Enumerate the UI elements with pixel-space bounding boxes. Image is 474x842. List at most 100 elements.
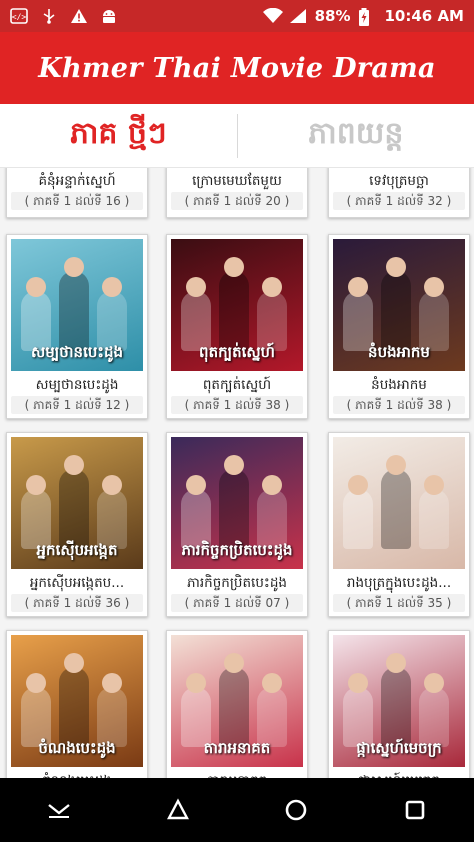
drama-title: ក្រោមមេឃតែមួយ bbox=[192, 173, 282, 189]
drama-poster: ចំណងបេះដូង bbox=[11, 635, 143, 767]
poster-figure-head bbox=[26, 277, 46, 297]
drama-episodes: ( ភាគទី 1 ដល់ទី 36 ) bbox=[11, 594, 143, 612]
drama-episodes: ( ភាគទី 1 ដល់ទី 35 ) bbox=[333, 594, 465, 612]
partial-row: គំនុំអន្ទាក់ស្នេហ៍ ( ភាគទី 1 ដល់ទី 16 ) … bbox=[0, 168, 474, 226]
poster-figure-head bbox=[64, 653, 84, 673]
drama-title: ភារកិច្ចកប្រិតបេះដូង bbox=[187, 575, 287, 591]
poster-title-overlay: ចំណងបេះដូង bbox=[38, 739, 116, 757]
poster-figure-head bbox=[386, 257, 406, 277]
poster-figure-head bbox=[262, 475, 282, 495]
drama-title: តារាអនាគត bbox=[171, 771, 303, 778]
clock: 10:46 AM bbox=[384, 7, 464, 25]
poster-title-overlay: តារាអនាគត bbox=[203, 739, 271, 757]
poster-title-overlay: ផ្កាស្នេហ៍មេចក្រ bbox=[356, 739, 442, 757]
poster-figure-head bbox=[262, 277, 282, 297]
poster-title-overlay bbox=[333, 535, 465, 569]
poster-figure-head bbox=[224, 455, 244, 475]
app-bar: Khmer Thai Movie Drama bbox=[0, 32, 474, 104]
poster-figure-head bbox=[386, 455, 406, 475]
wifi-icon bbox=[262, 7, 283, 24]
drama-card[interactable]: ផ្កាស្នេហ៍មេចក្រផ្កាស្នេហ៍រមេចេក bbox=[328, 630, 470, 778]
poster-figure-head bbox=[348, 475, 368, 495]
poster-figure-head bbox=[102, 277, 122, 297]
poster-title-overlay: នំបងអាកម bbox=[368, 343, 430, 361]
poster-figure-head bbox=[186, 475, 206, 495]
poster-figure-head bbox=[348, 673, 368, 693]
drama-card[interactable]: ភារកិច្ចកប្រិតបេះដូង ភារកិច្ចកប្រិតបេះដូង… bbox=[166, 432, 308, 617]
drama-poster: ភារកិច្ចកប្រិតបេះដូង bbox=[171, 437, 303, 569]
drama-card[interactable]: សម្បថានបេះដូង សម្បថានបេះដូង( ភាគទី 1 ដល់ទ… bbox=[6, 234, 148, 419]
poster-figure-head bbox=[224, 257, 244, 277]
poster-figure-head bbox=[386, 653, 406, 673]
poster-figure-head bbox=[102, 673, 122, 693]
drama-title: ទេវបុត្រមច្ឆា bbox=[369, 173, 429, 189]
signal-icon bbox=[289, 8, 307, 24]
poster-figure-head bbox=[186, 673, 206, 693]
tab-new-episodes[interactable]: ភាគ ថ្មីៗ bbox=[0, 104, 237, 167]
recents-icon bbox=[405, 800, 425, 820]
app-title: Khmer Thai Movie Drama bbox=[38, 52, 436, 84]
drama-card[interactable]: ពុតក្បត់ស្នេហ៍ ពុតក្បត់ស្នេហ៍( ភាគទី 1 ដល… bbox=[166, 234, 308, 419]
drama-episodes: ( ភាគទី 1 ដល់ទី 38 ) bbox=[171, 396, 303, 414]
drama-poster: ពុតក្បត់ស្នេហ៍ bbox=[171, 239, 303, 371]
status-bar: </> 88% 10:46 AM bbox=[0, 0, 474, 32]
poster-figure-head bbox=[26, 475, 46, 495]
drama-card[interactable]: រាងបុត្រក្នុងបេះដូង... ( ភាគទី 1 ដល់ទី 35… bbox=[328, 432, 470, 617]
recents-button[interactable] bbox=[395, 790, 435, 830]
drama-title: ចំណងបេះដូង bbox=[11, 771, 143, 778]
poster-title-overlay: អ្នកស៊ើបអង្កេត bbox=[36, 541, 118, 559]
drama-card[interactable]: ទេវបុត្រមច្ឆា ( ភាគទី 1 ដល់ទី 32 ) bbox=[328, 168, 470, 218]
drama-title: អ្នកស៊ើបអង្កេតប... bbox=[29, 575, 125, 591]
drama-card[interactable]: អ្នកស៊ើបអង្កេតអ្នកស៊ើបអង្កេតប... ( ភាគទី … bbox=[6, 432, 148, 617]
drama-poster: តារាអនាគត bbox=[171, 635, 303, 767]
poster-title-overlay: ភារកិច្ចកប្រិតបេះដូង bbox=[181, 541, 293, 559]
svg-text:</>: </> bbox=[12, 13, 27, 22]
drama-title: ផ្កាស្នេហ៍រមេចេក bbox=[333, 771, 465, 778]
warning-icon bbox=[70, 8, 88, 24]
battery-percent: 88% bbox=[314, 7, 351, 25]
back-button[interactable] bbox=[158, 790, 198, 830]
poster-figure-head bbox=[224, 653, 244, 673]
android-icon bbox=[100, 8, 118, 24]
poster-figure-head bbox=[424, 673, 444, 693]
poster-figure-head bbox=[26, 673, 46, 693]
home-icon bbox=[285, 799, 307, 821]
drama-episodes: ( ភាគទី 1 ដល់ទី 12 ) bbox=[11, 396, 143, 414]
drama-card[interactable]: តារាអនាគតតារាអនាគត bbox=[166, 630, 308, 778]
drama-poster bbox=[333, 437, 465, 569]
drama-title: សម្បថានបេះដូង bbox=[35, 377, 119, 393]
drama-title: គំនុំអន្ទាក់ស្នេហ៍ bbox=[38, 173, 116, 189]
drama-episodes: ( ភាគទី 1 ដល់ទី 07 ) bbox=[171, 594, 303, 612]
drama-episodes: ( ភាគទី 1 ដល់ទី 38 ) bbox=[333, 396, 465, 414]
drama-episodes: ( ភាគទី 1 ដល់ទី 16 ) bbox=[11, 192, 143, 210]
drama-episodes: ( ភាគទី 1 ដល់ទី 32 ) bbox=[333, 192, 465, 210]
drama-poster: សម្បថានបេះដូង bbox=[11, 239, 143, 371]
back-icon bbox=[166, 798, 189, 820]
home-button[interactable] bbox=[276, 790, 316, 830]
drama-title: នំបងអាកម bbox=[371, 377, 427, 393]
battery-icon bbox=[358, 8, 376, 26]
drama-poster: អ្នកស៊ើបអង្កេត bbox=[11, 437, 143, 569]
poster-title-overlay: ពុតក្បត់ស្នេហ៍ bbox=[199, 343, 275, 361]
drama-grid[interactable]: គំនុំអន្ទាក់ស្នេហ៍ ( ភាគទី 1 ដល់ទី 16 ) … bbox=[0, 168, 474, 778]
tab-movies[interactable]: ភាពយន្ដ bbox=[238, 104, 474, 167]
drama-title: រាងបុត្រក្នុងបេះដូង... bbox=[346, 575, 452, 591]
poster-figure-head bbox=[262, 673, 282, 693]
poster-figure-head bbox=[64, 455, 84, 475]
poster-figure-head bbox=[102, 475, 122, 495]
poster-figure-head bbox=[424, 277, 444, 297]
drama-poster: ផ្កាស្នេហ៍មេចក្រ bbox=[333, 635, 465, 767]
poster-figure-head bbox=[348, 277, 368, 297]
drama-card[interactable]: គំនុំអន្ទាក់ស្នេហ៍ ( ភាគទី 1 ដល់ទី 16 ) bbox=[6, 168, 148, 218]
drama-card[interactable]: ក្រោមមេឃតែមួយ ( ភាគទី 1 ដល់ទី 20 ) bbox=[166, 168, 308, 218]
drama-card[interactable]: ចំណងបេះដូងចំណងបេះដូង bbox=[6, 630, 148, 778]
poster-figure-head bbox=[64, 257, 84, 277]
drama-title: ពុតក្បត់ស្នេហ៍ bbox=[202, 377, 272, 393]
hide-keyboard-button[interactable] bbox=[39, 790, 79, 830]
drama-card[interactable]: នំបងអាកម នំបងអាកម( ភាគទី 1 ដល់ទី 38 ) bbox=[328, 234, 470, 419]
navigation-bar bbox=[0, 778, 474, 842]
poster-figure-head bbox=[424, 475, 444, 495]
usb-icon bbox=[40, 8, 58, 24]
tab-bar: ភាគ ថ្មីៗ ភាពយន្ដ bbox=[0, 104, 474, 168]
code-icon: </> bbox=[10, 8, 28, 24]
